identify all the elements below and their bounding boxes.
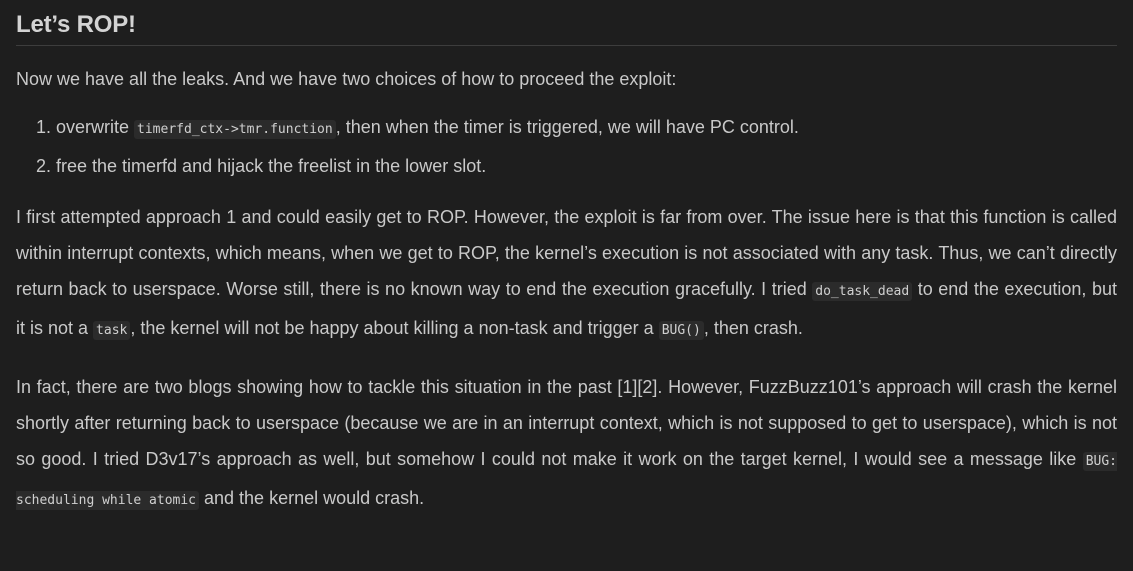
paragraph-text: and the kernel would crash. — [199, 488, 425, 508]
intro-paragraph: Now we have all the leaks. And we have t… — [16, 69, 677, 89]
section-heading: Let’s ROP! — [16, 0, 1117, 46]
inline-code: BUG() — [658, 321, 704, 340]
body-paragraph: In fact, there are two blogs showing how… — [16, 369, 1117, 519]
list-item-text: free the timerfd and hijack the freelist… — [56, 156, 487, 176]
paragraph-text: , the kernel will not be happy about kil… — [130, 318, 659, 338]
list-item: free the timerfd and hijack the freelist… — [56, 148, 1117, 185]
choices-list: overwrite timerfd_ctx->tmr.function, the… — [16, 109, 1117, 185]
list-item-text: , then when the timer is triggered, we w… — [335, 117, 799, 137]
paragraph-text: In fact, there are two blogs showing how… — [16, 377, 1117, 469]
article: Let’s ROP! Now we have all the leaks. An… — [0, 0, 1133, 519]
body-paragraph: I first attempted approach 1 and could e… — [16, 199, 1117, 349]
inline-code: do_task_dead — [812, 282, 913, 301]
inline-code: task — [93, 321, 131, 340]
paragraph-text: , then crash. — [703, 318, 803, 338]
inline-code: timerfd_ctx->tmr.function — [134, 120, 336, 139]
list-item: overwrite timerfd_ctx->tmr.function, the… — [56, 109, 1117, 148]
list-item-text: overwrite — [56, 117, 135, 137]
